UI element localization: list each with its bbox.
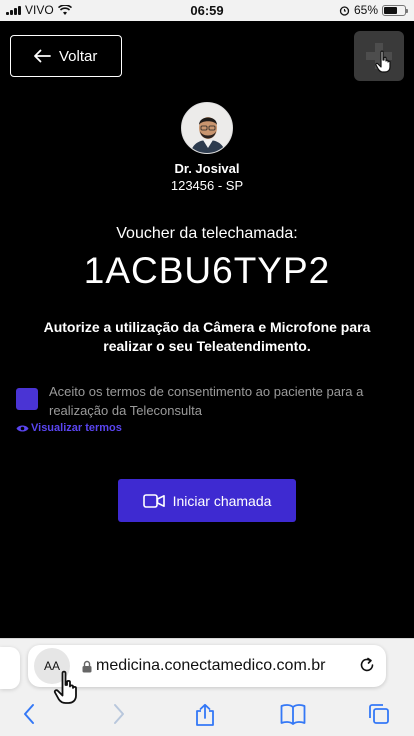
tabs-icon[interactable]: [368, 703, 390, 725]
view-terms-label: Visualizar termos: [31, 422, 122, 434]
status-right: 65%: [339, 3, 408, 17]
battery-percent: 65%: [353, 3, 378, 17]
forward-nav-icon[interactable]: [112, 703, 126, 725]
bookmarks-icon[interactable]: [280, 703, 306, 725]
back-button-label: Voltar: [59, 47, 98, 65]
doctor-portrait: [182, 103, 232, 153]
eye-icon: [16, 425, 29, 431]
pointer-hand-icon: [375, 50, 391, 73]
battery-icon: [382, 4, 408, 16]
video-camera-icon: [142, 493, 165, 508]
voucher-code: 1ACBU6TYP2: [83, 250, 331, 291]
back-nav-icon[interactable]: [22, 703, 36, 725]
consent-checkbox[interactable]: [16, 388, 38, 410]
consent-text: Aceito os termos de consentimento ao pac…: [49, 384, 364, 418]
status-bar: VIVO 06:59 65%: [0, 0, 414, 21]
authorization-message: Autorize a utilização da Câmera e Microf…: [43, 319, 371, 354]
lock-icon: [82, 660, 92, 672]
start-call-label: Iniciar chamada: [172, 492, 272, 509]
arrow-left-icon: [34, 49, 51, 63]
share-icon[interactable]: [194, 703, 216, 727]
previous-tab-preview[interactable]: [0, 647, 20, 689]
voucher-label: Voucher da telechamada:: [116, 225, 298, 242]
reload-icon[interactable]: [358, 656, 376, 674]
doctor-name: Dr. Josival: [174, 161, 240, 176]
alarm-icon: [339, 5, 350, 16]
pointer-hand-icon: [53, 670, 77, 704]
doctor-crm: 123456 - SP: [170, 178, 244, 193]
view-terms-link[interactable]: Visualizar termos: [16, 422, 122, 434]
url-text: medicina.conectamedico.com.br: [96, 657, 326, 674]
start-call-button[interactable]: Iniciar chamada: [118, 479, 296, 522]
back-button[interactable]: Voltar: [10, 35, 122, 77]
doctor-avatar: [181, 102, 233, 154]
